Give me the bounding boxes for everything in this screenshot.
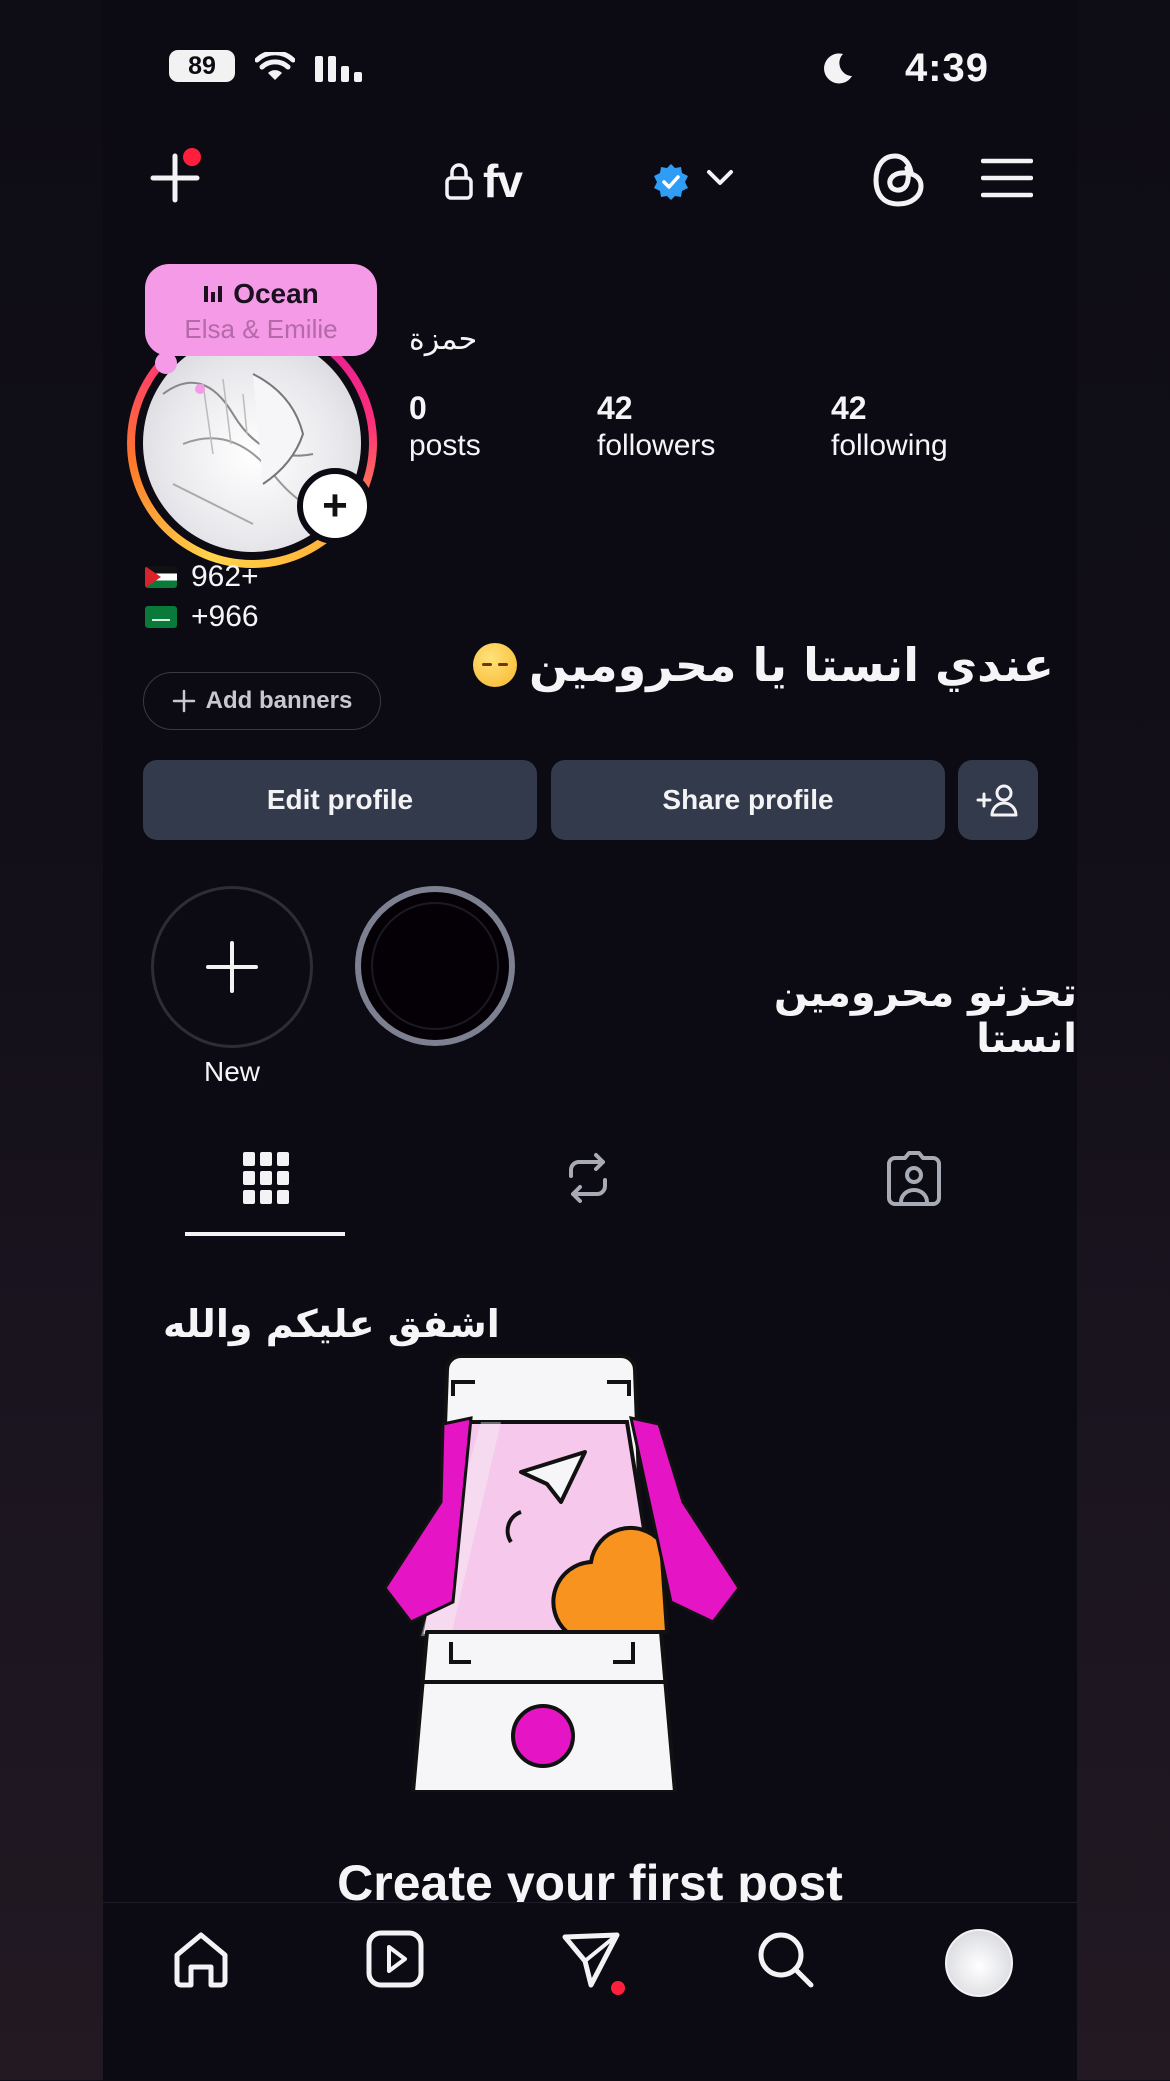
notification-dot	[183, 148, 201, 166]
messages-icon[interactable]	[561, 1929, 621, 1989]
highlight-cover	[371, 902, 499, 1030]
stat-posts[interactable]: 0 posts	[409, 390, 481, 463]
pensive-emoji-icon	[473, 643, 517, 687]
note-tail-small	[195, 384, 205, 394]
new-highlight-button[interactable]	[151, 886, 313, 1048]
stat-following-label: following	[831, 429, 948, 462]
home-icon[interactable]	[171, 1929, 231, 1989]
note-artist: Elsa & Emilie	[184, 314, 338, 344]
add-story-plus-icon[interactable]: +	[297, 468, 373, 544]
share-profile-button[interactable]: Share profile	[551, 760, 945, 840]
music-bars-icon	[204, 286, 223, 302]
threads-icon[interactable]	[871, 150, 927, 210]
new-highlight-label: New	[203, 1056, 260, 1087]
stat-followers-value: 42	[597, 390, 633, 426]
cellular-signal-icon	[315, 56, 362, 82]
status-time: 4:39	[904, 46, 989, 90]
discover-people-button[interactable]	[958, 760, 1038, 840]
bio-line: +966	[145, 600, 259, 634]
add-banners-button[interactable]: Add banners	[143, 672, 381, 730]
edit-profile-button[interactable]: Edit profile	[143, 760, 537, 840]
plus-icon	[172, 689, 195, 713]
chevron-down-icon[interactable]	[705, 168, 735, 188]
search-icon[interactable]	[755, 1929, 815, 1989]
overlay-caption: اشفق عليكم والله	[163, 1302, 500, 1346]
battery-level: 89	[188, 52, 216, 80]
focus-moon-icon	[824, 53, 852, 84]
overlay-caption: عندي انستا يا محرومين	[473, 638, 1054, 692]
stat-following-value: 42	[831, 390, 867, 426]
reposts-tab-icon[interactable]	[563, 1150, 613, 1206]
battery-indicator: 89	[169, 50, 235, 82]
username: fv	[483, 155, 523, 207]
phone-screen: 89 4:39 fv + Ocean Elsa & Emilie حمزة 0 …	[103, 0, 1077, 2081]
left-backdrop	[0, 0, 103, 2080]
stat-followers-label: followers	[597, 429, 716, 462]
wifi-icon	[255, 52, 295, 80]
hamburger-menu-icon[interactable]	[981, 158, 1033, 198]
note-tail	[155, 352, 177, 374]
overlay-caption: تحزنو محرومين انستا	[773, 970, 1077, 1062]
camera-illustration	[383, 1354, 741, 1792]
status-bar: 89 4:39	[103, 40, 1077, 90]
bio-text: +966	[191, 600, 259, 633]
lock-icon	[445, 163, 473, 200]
add-banners-label: Add banners	[205, 687, 353, 714]
stat-followers[interactable]: 42 followers	[597, 390, 715, 463]
tagged-tab-icon[interactable]	[885, 1150, 943, 1206]
messages-notification-dot	[611, 1981, 625, 1995]
account-switcher[interactable]: fv	[445, 154, 523, 208]
verified-badge-icon	[654, 164, 688, 200]
stat-posts-value: 0	[409, 390, 427, 426]
stat-posts-label: posts	[409, 429, 481, 462]
saudi-flag-icon	[145, 606, 177, 628]
profile-header: fv	[103, 140, 1077, 220]
right-backdrop	[1067, 0, 1170, 2080]
reels-icon[interactable]	[365, 1929, 425, 1989]
create-first-post-heading: Create your first post	[337, 1855, 843, 1904]
overlay-caption-text: عندي انستا يا محرومين	[529, 638, 1054, 692]
profile-tab-avatar[interactable]	[945, 1929, 1013, 1997]
grid-tab-icon[interactable]	[241, 1150, 291, 1206]
bio-text: 962+	[191, 560, 259, 593]
bottom-navigation	[103, 1902, 1077, 2081]
music-note-bubble[interactable]: Ocean Elsa & Emilie	[145, 264, 377, 356]
note-song-title: Ocean	[233, 278, 319, 309]
display-name: حمزة	[409, 322, 478, 357]
bio-line: 962+	[145, 560, 259, 594]
jordan-flag-icon	[145, 566, 177, 588]
note-title-row: Ocean	[145, 278, 377, 310]
add-person-icon	[976, 784, 1018, 817]
active-tab-indicator	[185, 1232, 345, 1236]
story-highlight[interactable]	[355, 886, 515, 1046]
plus-icon	[206, 941, 258, 993]
stat-following[interactable]: 42 following	[831, 390, 948, 463]
